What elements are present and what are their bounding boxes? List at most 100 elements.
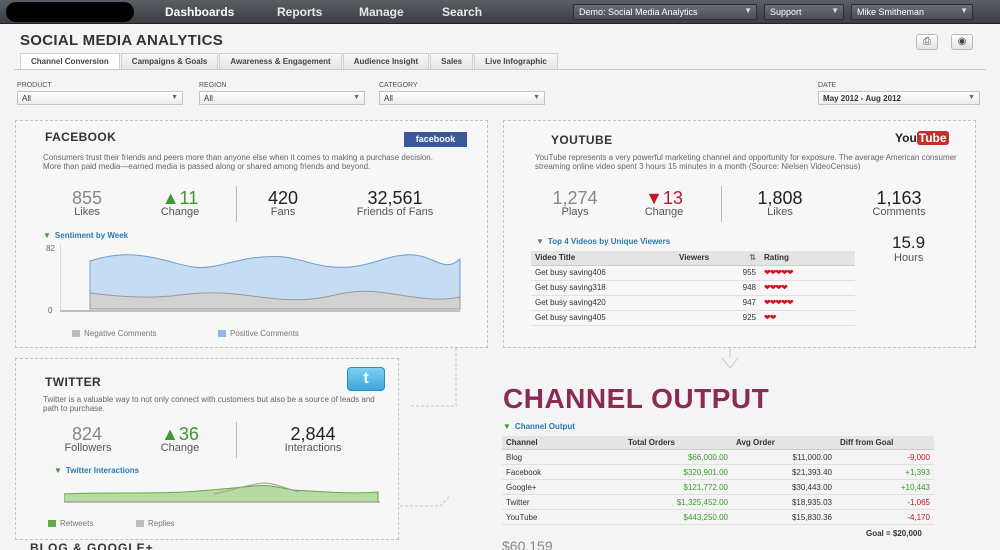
viewers-cell: 948 xyxy=(675,280,760,296)
tab-awareness-engagement[interactable]: Awareness & Engagement xyxy=(219,53,342,69)
table-row[interactable]: Google+ $121,772.00 $30,443.00 +10,443 xyxy=(502,479,934,495)
settings-icon[interactable]: ◉ xyxy=(951,34,973,50)
viewers-cell: 925 xyxy=(675,310,760,326)
filter-date-value: May 2012 - Aug 2012 xyxy=(823,94,901,103)
video-title-cell: Get busy saving405 xyxy=(531,310,675,326)
facebook-fans-label: Fans xyxy=(270,206,296,218)
tab-audience-insight[interactable]: Audience Insight xyxy=(342,53,430,69)
table-row[interactable]: Get busy saving420 947 ❤❤❤❤❤ xyxy=(531,295,855,311)
twitter-description: Twitter is a valuable way to not only co… xyxy=(43,395,375,413)
support-dropdown-label: Support xyxy=(770,7,802,17)
column-header-total-orders[interactable]: Total Orders xyxy=(624,436,732,450)
chevron-down-icon: ▼ xyxy=(960,6,968,15)
total-orders-cell: $1,325,452.00 xyxy=(624,494,732,510)
tab-bar: Channel Conversion Campaigns & Goals Awa… xyxy=(20,53,559,69)
replies-legend-label: Replies xyxy=(148,519,175,528)
facebook-description: Consumers trust their friends and peers … xyxy=(43,153,433,171)
filter-category-label: CATEGORY xyxy=(379,82,418,89)
youtube-title: YOUTUBE xyxy=(551,133,613,147)
facebook-friends-label: Friends of Fans xyxy=(356,206,434,218)
twitter-interactions-chart xyxy=(64,482,380,503)
divider xyxy=(236,422,237,458)
filter-product-select[interactable]: All ▼ xyxy=(17,91,183,105)
top-videos-section-header[interactable]: ▼ Top 4 Videos by Unique Viewers xyxy=(536,237,670,246)
nav-search[interactable]: Search xyxy=(442,5,482,19)
twitter-followers-label: Followers xyxy=(64,442,112,454)
youtube-logo: You Tube xyxy=(895,131,949,145)
column-header-avg-order[interactable]: Avg Order xyxy=(732,436,836,450)
support-dropdown[interactable]: Support ▼ xyxy=(764,4,844,20)
facebook-title: FACEBOOK xyxy=(45,130,117,144)
youtube-description: YouTube represents a very powerful marke… xyxy=(535,153,957,171)
table-row[interactable]: Get busy saving405 925 ❤❤ xyxy=(531,310,855,326)
table-row[interactable]: Get busy saving406 955 ❤❤❤❤❤ xyxy=(531,265,855,281)
column-header-video-title[interactable]: Video Title xyxy=(531,251,675,266)
user-dropdown-label: Mike Smitheman xyxy=(857,7,925,17)
youtube-logo-tube: Tube xyxy=(916,131,949,145)
rating-cell: ❤❤ xyxy=(760,310,855,326)
filter-category-value: All xyxy=(384,94,393,103)
chevron-down-icon: ▼ xyxy=(353,94,360,101)
collapse-triangle-icon: ▼ xyxy=(503,422,511,431)
replies-swatch xyxy=(136,520,144,527)
channel-output-section-header[interactable]: ▼ Channel Output xyxy=(503,422,575,431)
tab-channel-conversion[interactable]: Channel Conversion xyxy=(20,53,120,69)
column-header-channel[interactable]: Channel xyxy=(502,436,624,450)
youtube-plays-label: Plays xyxy=(561,206,589,218)
tab-live-infographic[interactable]: Live Infographic xyxy=(474,53,558,69)
twitter-change-label: Change xyxy=(160,442,200,454)
account-dropdown[interactable]: Demo: Social Media Analytics ▼ xyxy=(573,4,757,20)
tab-sales[interactable]: Sales xyxy=(430,53,474,69)
channel-output-table: Channel Total Orders Avg Order Diff from… xyxy=(502,436,934,525)
filter-date-select[interactable]: May 2012 - Aug 2012 ▼ xyxy=(818,91,980,105)
table-row[interactable]: Get busy saving318 948 ❤❤❤❤ xyxy=(531,280,855,296)
top-videos-section-title: Top 4 Videos by Unique Viewers xyxy=(547,237,671,246)
nav-dashboards[interactable]: Dashboards xyxy=(165,5,234,19)
table-row[interactable]: Facebook $320,901.00 $21,393.40 +1,393 xyxy=(502,464,934,480)
filter-product-label: PRODUCT xyxy=(17,82,52,89)
twitter-interactions-section-header[interactable]: ▼ Twitter Interactions xyxy=(54,466,139,475)
diff-cell: +1,393 xyxy=(836,464,934,480)
filter-date-label: DATE xyxy=(818,82,837,89)
sentiment-y-max: 82 xyxy=(46,244,55,253)
retweets-legend: Retweets xyxy=(48,519,93,528)
top-videos-table: Video Title Viewers ⇅ Rating Get busy sa… xyxy=(531,251,855,326)
channel-cell: Google+ xyxy=(502,479,624,495)
retweets-swatch xyxy=(48,520,56,527)
table-row[interactable]: Twitter $1,325,452.00 $18,935.03 -1,065 xyxy=(502,494,934,510)
heart-rating-icon: ❤❤❤❤❤ xyxy=(764,268,793,277)
avg-order-cell: $18,935.03 xyxy=(732,494,836,510)
total-orders-cell: $320,901.00 xyxy=(624,464,732,480)
column-header-rating[interactable]: Rating xyxy=(760,251,855,266)
divider xyxy=(236,186,237,222)
negative-legend: Negative Comments xyxy=(72,329,156,338)
filter-category-select[interactable]: All ▼ xyxy=(379,91,545,105)
top-nav-bar: Dashboards Reports Manage Search Demo: S… xyxy=(0,0,1000,24)
diff-cell: +10,443 xyxy=(836,479,934,495)
connector-arrow xyxy=(721,348,739,369)
nav-reports[interactable]: Reports xyxy=(277,5,322,19)
table-row[interactable]: Blog $66,000.00 $11,000.00 -9,000 xyxy=(502,449,934,465)
avg-order-cell: $15,830.36 xyxy=(732,509,836,525)
filter-region-select[interactable]: All ▼ xyxy=(199,91,365,105)
column-header-diff-from-goal[interactable]: Diff from Goal xyxy=(836,436,934,450)
nav-manage[interactable]: Manage xyxy=(359,5,404,19)
positive-legend-label: Positive Comments xyxy=(230,329,299,338)
twitter-interactions-section-title: Twitter Interactions xyxy=(65,466,140,475)
rating-cell: ❤❤❤❤❤ xyxy=(760,295,855,311)
column-header-viewers[interactable]: Viewers ⇅ xyxy=(675,251,760,266)
user-dropdown[interactable]: Mike Smitheman ▼ xyxy=(851,4,973,20)
positive-legend: Positive Comments xyxy=(218,329,299,338)
retweets-legend-label: Retweets xyxy=(60,519,94,528)
avg-order-cell: $11,000.00 xyxy=(732,449,836,465)
sentiment-section-header[interactable]: ▼ Sentiment by Week xyxy=(43,231,128,240)
tab-campaigns-goals[interactable]: Campaigns & Goals xyxy=(120,53,219,69)
channel-cell: Facebook xyxy=(502,464,624,480)
diff-cell: -1,065 xyxy=(836,494,934,510)
negative-swatch xyxy=(72,330,80,337)
twitter-interactions-label: Interactions xyxy=(284,442,342,454)
twitter-title: TWITTER xyxy=(45,375,102,389)
table-row[interactable]: YouTube $443,250.00 $15,830.36 -4,170 xyxy=(502,509,934,525)
print-icon[interactable]: ⎙ xyxy=(916,34,938,50)
avg-order-cell: $21,393.40 xyxy=(732,464,836,480)
